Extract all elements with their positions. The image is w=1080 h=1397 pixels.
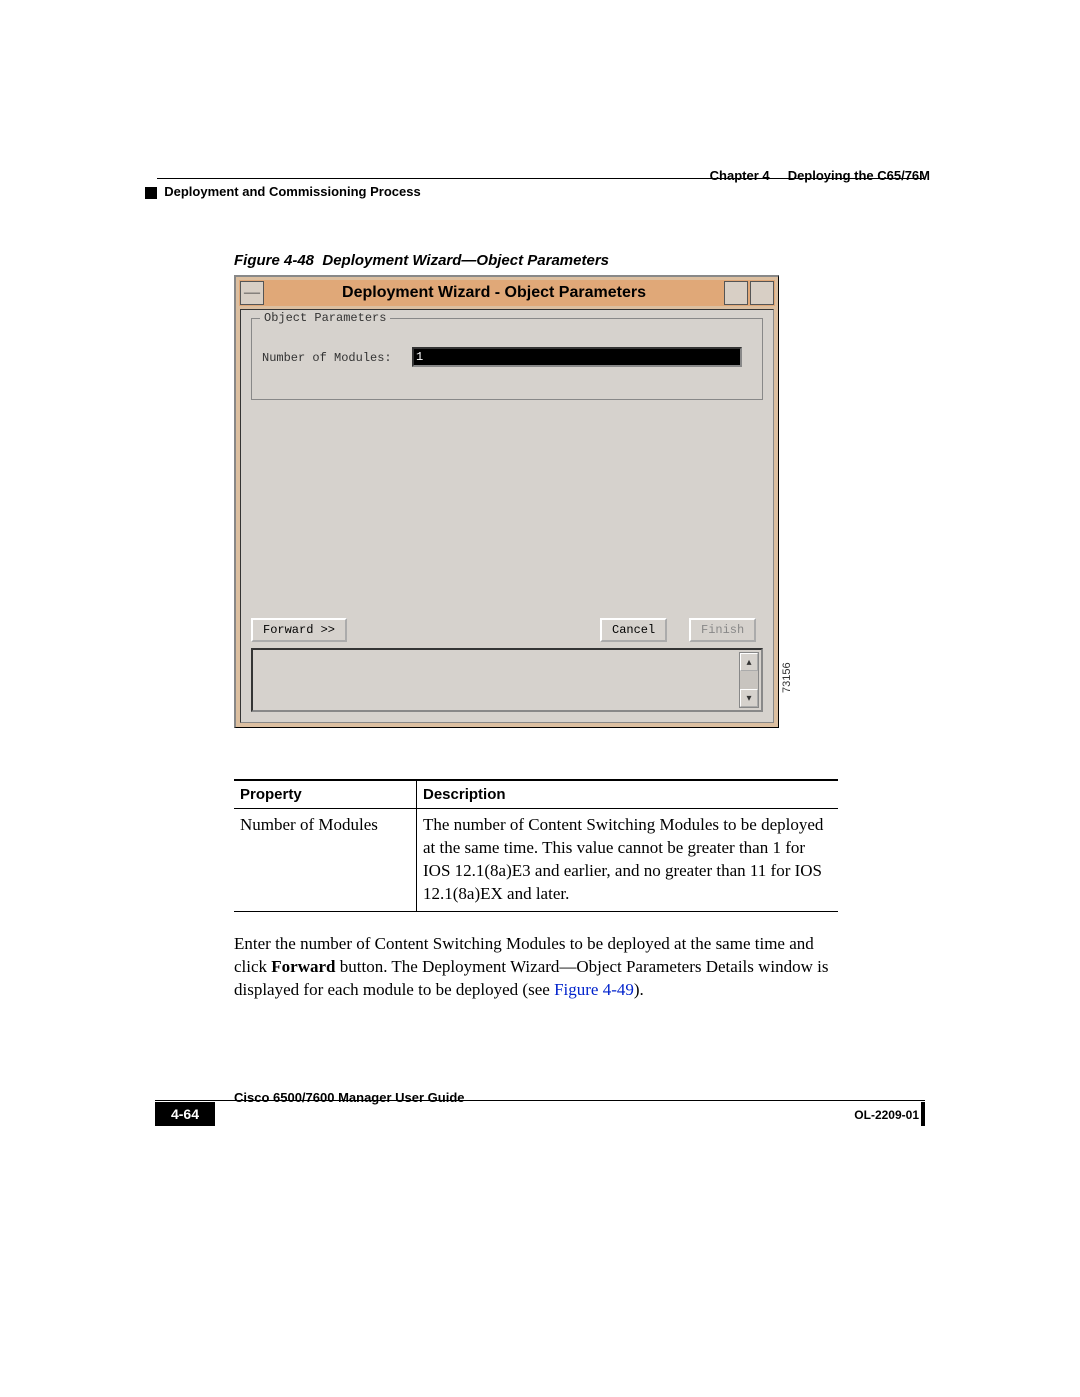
cell-property: Number of Modules (234, 809, 417, 912)
table-header-row: Property Description (234, 780, 838, 809)
titlebar: — Deployment Wizard - Object Parameters (239, 280, 775, 306)
header-description: Description (417, 780, 839, 809)
finish-button: Finish (689, 618, 756, 642)
scroll-down-icon[interactable]: ▾ (740, 689, 758, 707)
scroll-up-icon[interactable]: ▴ (740, 653, 758, 671)
figure-caption: Figure 4-48 Deployment Wizard—Object Par… (234, 252, 609, 269)
figure-label: Figure 4-48 (234, 252, 314, 269)
footer-guide-title: Cisco 6500/7600 Manager User Guide (234, 1090, 465, 1105)
body-paragraph: Enter the number of Content Switching Mo… (234, 933, 844, 1002)
section-title: Deployment and Commissioning Process (164, 184, 420, 199)
section-header-row: Deployment and Commissioning Process (145, 184, 930, 199)
log-area: ▴ ▾ (251, 648, 763, 712)
vertical-scrollbar[interactable]: ▴ ▾ (739, 652, 759, 708)
figure-id: 73156 (781, 662, 793, 693)
header-rule (157, 178, 925, 179)
para-text-3: ). (634, 980, 644, 999)
document-id: OL-2209-01 (854, 1108, 919, 1122)
figure-title: Deployment Wizard—Object Parameters (322, 252, 609, 269)
modules-input[interactable] (412, 347, 742, 367)
window-title: Deployment Wizard - Object Parameters (265, 284, 723, 302)
minimize-button[interactable] (724, 281, 748, 305)
table-row: Number of Modules The number of Content … (234, 809, 838, 912)
object-parameters-group: Object Parameters Number of Modules: (251, 318, 763, 400)
modules-field-label: Number of Modules: (262, 351, 392, 365)
footer-right-marker (921, 1102, 925, 1126)
window-menu-button[interactable]: — (240, 281, 264, 305)
footer-rule (155, 1100, 925, 1101)
cancel-button[interactable]: Cancel (600, 618, 667, 642)
chapter-title: Deploying the C65/76M (788, 168, 930, 183)
property-table: Property Description Number of Modules T… (234, 779, 838, 912)
wizard-screenshot: — Deployment Wizard - Object Parameters … (234, 275, 779, 728)
figure-cross-reference[interactable]: Figure 4-49 (554, 980, 634, 999)
header-property: Property (234, 780, 417, 809)
chapter-number: Chapter 4 (710, 168, 770, 183)
section-marker-icon (145, 187, 157, 199)
wizard-buttons: Forward >> Cancel Finish (251, 618, 763, 642)
maximize-button[interactable] (750, 281, 774, 305)
cell-description: The number of Content Switching Modules … (417, 809, 839, 912)
document-page: Chapter 4 Deploying the C65/76M Deployme… (0, 0, 1080, 1397)
group-label: Object Parameters (260, 311, 390, 325)
page-number: 4-64 (155, 1102, 215, 1126)
wizard-body: Object Parameters Number of Modules: For… (240, 309, 774, 723)
forward-button[interactable]: Forward >> (251, 618, 347, 642)
para-bold: Forward (271, 957, 335, 976)
